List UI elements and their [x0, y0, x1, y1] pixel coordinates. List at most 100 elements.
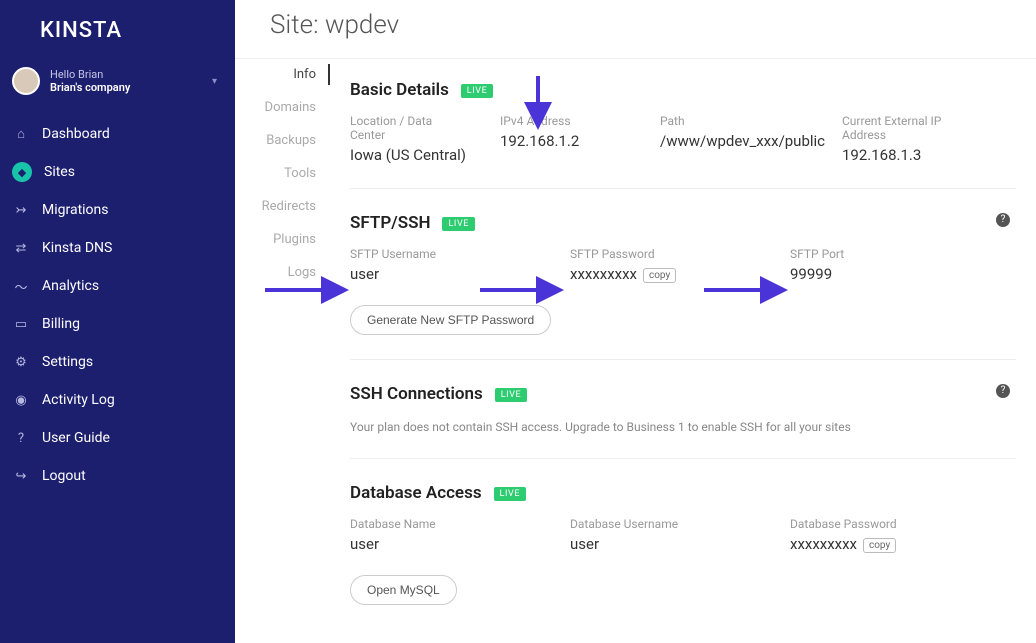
help-icon[interactable]: ? [996, 213, 1010, 227]
sidebar-item-label: Settings [42, 354, 93, 370]
sidebar-item-migrations[interactable]: ↣ Migrations [0, 191, 235, 229]
field-sftp-pass: SFTP Password xxxxxxxxxcopy [570, 247, 790, 283]
live-badge: LIVE [495, 388, 528, 402]
field-db-user: Database Username user [570, 517, 790, 553]
field-location: Location / Data Center Iowa (US Central) [350, 114, 500, 164]
user-greeting: Hello Brian [50, 68, 130, 81]
header-divider [235, 58, 1036, 59]
location-value: Iowa (US Central) [350, 146, 470, 164]
avatar [12, 67, 40, 95]
chevron-down-icon: ▾ [212, 76, 217, 87]
basic-heading: Basic Details [350, 80, 449, 100]
user-company: Brian's company [50, 81, 130, 94]
sidebar-item-dashboard[interactable]: ⌂ Dashboard [0, 115, 235, 153]
sftp-pass-value: xxxxxxxxxcopy [570, 265, 760, 283]
sftp-user-label: SFTP Username [350, 247, 540, 261]
extip-label: Current External IP Address [842, 114, 982, 142]
ssh-heading: SSH Connections [350, 384, 483, 404]
sidebar-item-label: User Guide [42, 430, 110, 446]
activity-log-icon: ◉ [12, 391, 30, 409]
kinsta-dns-icon: ⇄ [12, 239, 30, 257]
generate-sftp-password-button[interactable]: Generate New SFTP Password [350, 305, 551, 335]
copy-button[interactable]: copy [643, 268, 676, 283]
user-guide-icon: ? [12, 429, 30, 447]
billing-icon: ▭ [12, 315, 30, 333]
db-name-label: Database Name [350, 517, 540, 531]
ipv4-label: IPv4 Address [500, 114, 630, 128]
sidebar-item-activity-log[interactable]: ◉ Activity Log [0, 381, 235, 419]
page-title-prefix: Site: [270, 10, 325, 40]
sidebar-item-billing[interactable]: ▭ Billing [0, 305, 235, 343]
sidebar-item-analytics[interactable]: 〜 Analytics [0, 267, 235, 305]
sftp-user-value: user [350, 265, 540, 283]
tab-tools[interactable]: Tools [235, 157, 330, 190]
help-icon[interactable]: ? [996, 384, 1010, 398]
field-sftp-user: SFTP Username user [350, 247, 570, 283]
sftp-pass-label: SFTP Password [570, 247, 760, 261]
site-name: wpdev [325, 10, 399, 40]
sftp-heading: SFTP/SSH [350, 213, 431, 233]
tab-backups[interactable]: Backups [235, 124, 330, 157]
section-ssh: SSH Connections LIVE ? Your plan does no… [350, 384, 1016, 459]
ssh-upgrade-note: Your plan does not contain SSH access. U… [350, 420, 1016, 434]
sidebar-item-label: Kinsta DNS [42, 240, 112, 256]
field-sftp-port: SFTP Port 99999 [790, 247, 874, 283]
sidebar-item-label: Sites [44, 164, 75, 180]
tab-info[interactable]: Info [235, 58, 330, 91]
live-badge: LIVE [461, 84, 494, 98]
sites-icon: ◆ [12, 162, 32, 182]
sidebar: KINSTA Hello Brian Brian's company ▾ ⌂ Da… [0, 0, 235, 643]
tab-logs[interactable]: Logs [235, 256, 330, 289]
live-badge: LIVE [442, 217, 475, 231]
db-user-value: user [570, 535, 760, 553]
sidebar-item-logout[interactable]: ↪ Logout [0, 457, 235, 495]
field-extip: Current External IP Address 192.168.1.3 [842, 114, 1012, 164]
tab-plugins[interactable]: Plugins [235, 223, 330, 256]
db-user-label: Database Username [570, 517, 760, 531]
db-heading: Database Access [350, 483, 482, 503]
location-label: Location / Data Center [350, 114, 470, 142]
dashboard-icon: ⌂ [12, 125, 30, 143]
tab-redirects[interactable]: Redirects [235, 190, 330, 223]
settings-icon: ⚙ [12, 353, 30, 371]
sidebar-item-label: Billing [42, 316, 80, 332]
ipv4-value: 192.168.1.2 [500, 132, 630, 150]
sidebar-item-label: Migrations [42, 202, 109, 218]
field-path: Path /www/wpdev_xxx/public [660, 114, 842, 164]
logout-icon: ↪ [12, 467, 30, 485]
db-pass-value: xxxxxxxxxcopy [790, 535, 897, 553]
open-mysql-button[interactable]: Open MySQL [350, 575, 457, 605]
sftp-port-label: SFTP Port [790, 247, 844, 261]
section-database: Database Access LIVE Database Name user … [350, 483, 1016, 629]
sidebar-item-user-guide[interactable]: ? User Guide [0, 419, 235, 457]
db-name-value: user [350, 535, 540, 553]
field-db-pass: Database Password xxxxxxxxxcopy [790, 517, 927, 553]
sidebar-item-settings[interactable]: ⚙ Settings [0, 343, 235, 381]
account-switcher[interactable]: Hello Brian Brian's company ▾ [0, 67, 235, 95]
copy-button[interactable]: copy [863, 538, 896, 553]
extip-value: 192.168.1.3 [842, 146, 982, 164]
sidebar-item-label: Logout [42, 468, 86, 484]
tab-domains[interactable]: Domains [235, 91, 330, 124]
main-panel: Basic Details LIVE Location / Data Cente… [330, 60, 1016, 643]
field-db-name: Database Name user [350, 517, 570, 553]
brand-logo: KINSTA [40, 18, 235, 43]
sidebar-item-label: Analytics [42, 278, 99, 294]
path-label: Path [660, 114, 812, 128]
sidebar-item-label: Activity Log [42, 392, 115, 408]
sidebar-item-sites[interactable]: ◆ Sites [0, 153, 235, 191]
site-subnav: InfoDomainsBackupsToolsRedirectsPluginsL… [235, 58, 330, 643]
migrations-icon: ↣ [12, 201, 30, 219]
page-title: Site: wpdev [270, 10, 399, 40]
path-value: /www/wpdev_xxx/public [660, 132, 812, 150]
field-ipv4: IPv4 Address 192.168.1.2 [500, 114, 660, 164]
primary-nav: ⌂ Dashboard ◆ Sites ↣ Migrations ⇄ Kinsta DNS 〜 A… [0, 115, 235, 495]
sidebar-item-label: Dashboard [42, 126, 110, 142]
analytics-icon: 〜 [12, 277, 30, 295]
section-basic-details: Basic Details LIVE Location / Data Cente… [350, 80, 1016, 189]
sidebar-item-kinsta-dns[interactable]: ⇄ Kinsta DNS [0, 229, 235, 267]
db-pass-label: Database Password [790, 517, 897, 531]
section-sftp: SFTP/SSH LIVE ? SFTP Username user SFTP … [350, 213, 1016, 360]
live-badge: LIVE [494, 487, 527, 501]
sftp-port-value: 99999 [790, 265, 844, 283]
